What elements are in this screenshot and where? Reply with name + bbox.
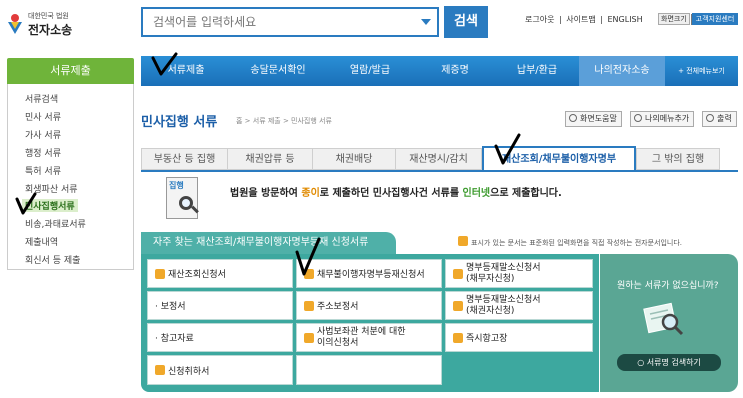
tab-underline bbox=[141, 170, 738, 172]
doc-immediate-appeal[interactable]: 즉시항고장 bbox=[445, 323, 593, 352]
main-nav: 서류제출 송달문서확인 열람/발급 제증명 납부/환급 나의전자소송 + 전체메… bbox=[141, 56, 738, 86]
frequent-docs-title: 자주 찾는 재산조회/채무불이행자명부등재 신청서류 bbox=[141, 232, 396, 254]
chevron-down-icon[interactable] bbox=[421, 19, 431, 25]
doc-deregistration-debtor[interactable]: 명부등재말소신청서 (채무자신청) bbox=[445, 259, 593, 288]
add-my-menu-button[interactable]: 나의메뉴추가 bbox=[630, 111, 695, 127]
checkmark-annotation-icon bbox=[151, 52, 178, 76]
document-search-illustration-icon bbox=[643, 302, 684, 336]
nav-all-menu[interactable]: + 전체메뉴보기 bbox=[665, 56, 738, 86]
site-logo[interactable]: 대한민국 법원 전자소송 bbox=[6, 10, 86, 40]
nav-item-delivery-check[interactable]: 송달문서확인 bbox=[231, 56, 325, 86]
search-input[interactable] bbox=[143, 9, 413, 35]
checkmark-annotation-icon bbox=[15, 192, 37, 215]
print-button[interactable]: 출력 bbox=[702, 111, 737, 127]
customer-center-button[interactable]: 고객지원센터 bbox=[692, 13, 738, 25]
doc-deregistration-creditor[interactable]: 명부등재말소신청서 (채권자신청) bbox=[445, 291, 593, 320]
notice-text: 법원을 방문하여 종이로 제출하던 민사집행사건 서류를 인터넷으로 제출합니다… bbox=[230, 188, 562, 199]
help-question: 원하는 서류가 없으십니까? bbox=[617, 281, 719, 291]
e-document-badge-icon bbox=[453, 268, 463, 279]
printer-icon bbox=[706, 114, 714, 122]
search-icon: ○ bbox=[637, 358, 645, 367]
zoom-label: 화면크기 bbox=[658, 13, 690, 25]
e-document-badge-icon bbox=[155, 365, 165, 375]
sidebar-item-family[interactable]: 가사 서류 bbox=[25, 128, 61, 141]
logout-link[interactable]: 로그아웃 bbox=[525, 15, 554, 24]
page-title: 민사집행 서류 bbox=[141, 115, 218, 130]
utility-links: 로그아웃 | 사이트맵 | ENGLISH bbox=[524, 14, 644, 25]
court-emblem-icon bbox=[8, 14, 22, 34]
nav-item-certificate[interactable]: 제증명 bbox=[415, 56, 495, 86]
checkmark-annotation-icon bbox=[295, 237, 321, 276]
doc-reference[interactable]: · 참고자료 bbox=[147, 323, 293, 352]
e-document-badge-icon bbox=[453, 300, 463, 311]
doc-objection-judicial-assistant[interactable]: 사법보좌관 처분에 대한 이의신청서 bbox=[296, 323, 442, 352]
e-document-badge-icon bbox=[304, 300, 314, 311]
empty-cell bbox=[296, 355, 442, 385]
tab-real-estate-execution[interactable]: 부동산 등 집행 bbox=[141, 148, 228, 170]
logo-subtitle: 대한민국 법원 bbox=[28, 12, 69, 20]
sidebar-item-administrative[interactable]: 행정 서류 bbox=[25, 146, 61, 159]
info-icon bbox=[569, 114, 577, 122]
e-document-badge-icon bbox=[304, 332, 314, 343]
sitemap-link[interactable]: 사이트맵 bbox=[566, 15, 595, 24]
doc-property-inquiry-application[interactable]: 재산조회신청서 bbox=[147, 259, 293, 288]
tab-claim-seizure[interactable]: 채권압류 등 bbox=[227, 148, 313, 170]
tab-property-disclosure[interactable]: 재산명시/감치 bbox=[395, 148, 482, 170]
screen-help-button[interactable]: 화면도움말 bbox=[565, 111, 622, 127]
search-box bbox=[141, 7, 439, 37]
search-button[interactable]: 검색 bbox=[444, 6, 488, 38]
english-link[interactable]: ENGLISH bbox=[608, 15, 643, 24]
tab-claim-distribution[interactable]: 채권배당 bbox=[312, 148, 396, 170]
sidebar-item-reply-submission[interactable]: 회신서 등 제출 bbox=[25, 253, 80, 266]
nav-item-view-issue[interactable]: 열람/발급 bbox=[325, 56, 415, 86]
doc-address-correction[interactable]: 주소보정서 bbox=[296, 291, 442, 320]
e-document-badge-icon bbox=[458, 236, 468, 246]
tab-other-execution[interactable]: 그 밖의 집행 bbox=[636, 148, 720, 170]
document-name-search-button[interactable]: ○ 서류명 검색하기 bbox=[617, 354, 721, 371]
sidebar-item-non-litigation[interactable]: 비송,과태료서류 bbox=[25, 217, 86, 230]
e-document-legend: 표시가 있는 문서는 표준화된 입력화면을 직접 작성하는 전자문서입니다. bbox=[458, 236, 682, 248]
sidebar-item-patent[interactable]: 특허 서류 bbox=[25, 164, 61, 177]
e-document-badge-icon bbox=[155, 268, 165, 279]
breadcrumb: 홈 > 서류 제출 > 민사집행 서류 bbox=[236, 117, 332, 125]
logo-title: 전자소송 bbox=[28, 23, 73, 37]
sidebar-item-submission-history[interactable]: 제출내역 bbox=[25, 235, 58, 248]
nav-item-payment-refund[interactable]: 납부/환급 bbox=[495, 56, 579, 86]
sidebar-item-civil[interactable]: 민사 서류 bbox=[25, 110, 61, 123]
e-document-badge-icon bbox=[453, 332, 463, 343]
document-magnifier-icon: 집행 bbox=[166, 177, 199, 219]
nav-item-my-e-litigation[interactable]: 나의전자소송 bbox=[579, 56, 665, 86]
separator: | bbox=[600, 15, 603, 24]
doc-withdrawal[interactable]: 신청취하서 bbox=[147, 355, 293, 385]
separator: | bbox=[559, 15, 562, 24]
sidebar-title: 서류제출 bbox=[7, 58, 134, 84]
document-icon bbox=[634, 114, 642, 122]
doc-correction[interactable]: · 보정서 bbox=[147, 291, 293, 320]
checkmark-annotation-icon bbox=[494, 133, 521, 165]
sidebar-item-document-search[interactable]: 서류검색 bbox=[25, 92, 58, 105]
